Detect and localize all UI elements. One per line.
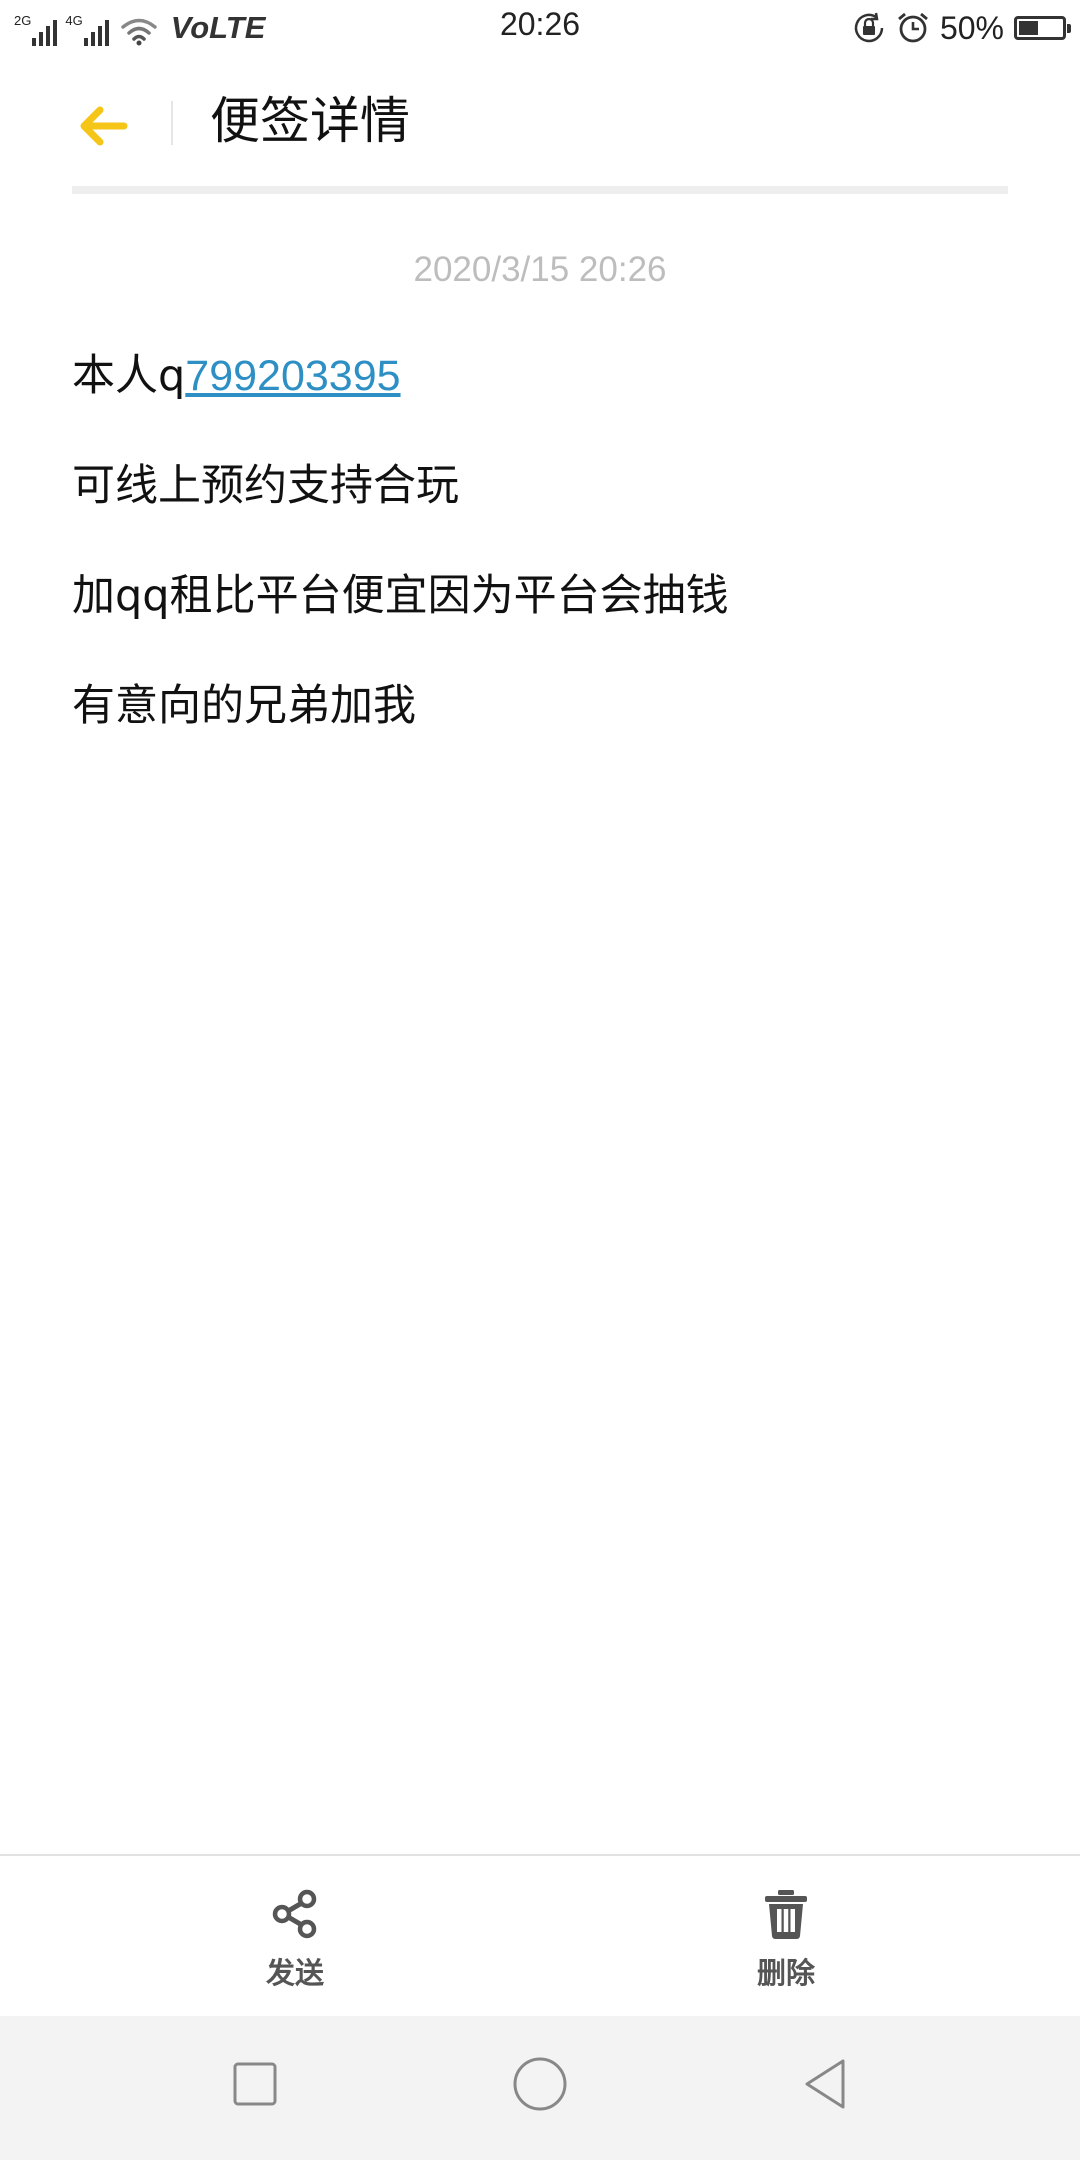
nav-back-button[interactable]	[800, 2056, 850, 2116]
home-button[interactable]	[510, 2056, 570, 2116]
note-line: 可线上预约支持合玩	[72, 461, 459, 511]
arrow-left-icon	[80, 106, 128, 146]
action-bar: 发送 删除	[0, 1854, 1080, 2018]
note-line: 有意向的兄弟加我	[72, 681, 416, 731]
status-bar: 2G 4G VoLTE 20:26 50%	[0, 0, 1080, 56]
send-label: 发送	[265, 1956, 324, 1990]
battery-icon	[1014, 16, 1071, 40]
note-body[interactable]: 本人q799203395 可线上预约支持合玩 加qq租比平台便宜因为平台会抽钱 …	[72, 345, 1008, 785]
rotation-lock-icon	[854, 12, 884, 43]
delete-label: 删除	[756, 1956, 815, 1990]
circle-icon	[513, 2057, 567, 2111]
note-text: 本人q	[72, 351, 186, 401]
back-button[interactable]	[72, 94, 136, 158]
send-button[interactable]: 发送	[215, 1886, 375, 1992]
header-divider-rule	[72, 186, 1008, 194]
share-icon	[272, 1889, 317, 1939]
alarm-icon	[898, 12, 928, 43]
navigation-bar	[0, 2016, 1080, 2160]
recents-button[interactable]	[230, 2056, 280, 2116]
header-divider	[171, 101, 173, 145]
qq-number-link[interactable]: 799203395	[185, 352, 400, 400]
battery-percentage: 50%	[939, 9, 1004, 46]
note-timestamp: 2020/3/15 20:26	[413, 250, 667, 289]
delete-button[interactable]: 删除	[706, 1886, 866, 1992]
trash-icon	[765, 1890, 807, 1939]
note-line: 加qq租比平台便宜因为平台会抽钱	[72, 571, 729, 621]
status-right: 50%	[852, 8, 1071, 48]
page-title: 便签详情	[210, 92, 410, 150]
battery-fill	[1019, 21, 1038, 35]
triangle-back-icon	[805, 2059, 845, 2109]
square-icon	[233, 2062, 277, 2106]
note-line: 本人q799203395	[72, 345, 1008, 455]
header: 便签详情	[0, 56, 1080, 194]
